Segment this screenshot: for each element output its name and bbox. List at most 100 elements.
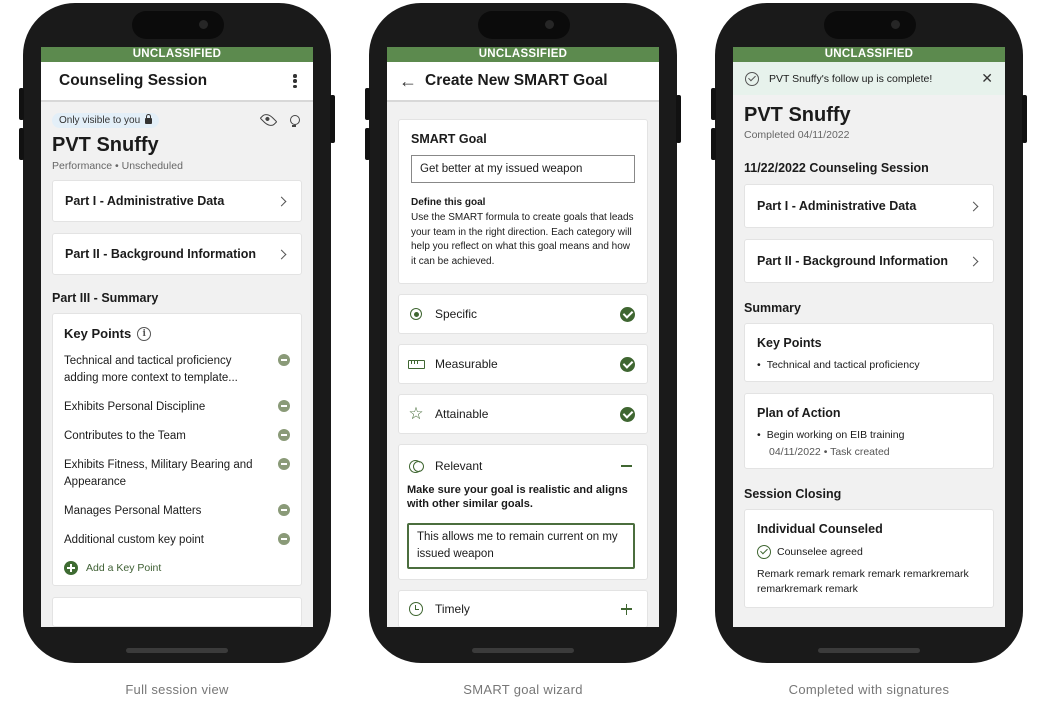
classification-banner: UNCLASSIFIED bbox=[41, 47, 313, 62]
key-point-text: Exhibits Fitness, Military Bearing and A… bbox=[64, 459, 253, 488]
criterion-timely[interactable]: Timely bbox=[398, 590, 648, 627]
soldier-name: PVT Snuffy bbox=[52, 134, 159, 156]
key-points-card: Key Points i Technical and tactical prof… bbox=[52, 313, 302, 586]
power-button bbox=[676, 95, 681, 143]
session-type: Performance • Unscheduled bbox=[52, 160, 183, 172]
smart-goal-label: SMART Goal bbox=[411, 132, 487, 146]
caption-completed: Completed with signatures bbox=[788, 682, 950, 697]
chevron-right-icon bbox=[968, 256, 979, 266]
key-point-item: Contributes to the Team bbox=[64, 428, 290, 445]
remove-key-point-icon[interactable] bbox=[278, 504, 290, 516]
page-title: Create New SMART Goal bbox=[425, 72, 608, 89]
add-key-point-button[interactable]: Add a Key Point bbox=[64, 561, 290, 575]
key-point-item: Technical and tactical proficiency addin… bbox=[64, 353, 290, 387]
check-circle-icon bbox=[757, 545, 771, 559]
session-title: 11/22/2022 Counseling Session bbox=[744, 161, 929, 175]
key-point-item: Exhibits Personal Discipline bbox=[64, 399, 290, 416]
remove-key-point-icon[interactable] bbox=[278, 429, 290, 441]
add-key-point-label: Add a Key Point bbox=[86, 562, 162, 574]
key-point-item: Manages Personal Matters bbox=[64, 503, 290, 520]
smart-goal-input[interactable] bbox=[411, 155, 635, 183]
eye-icon[interactable] bbox=[259, 111, 278, 129]
remove-key-point-icon[interactable] bbox=[278, 458, 290, 470]
completed-screen: UNCLASSIFIED PVT Snuffy's follow up is c… bbox=[733, 47, 1005, 627]
more-options-icon[interactable] bbox=[289, 72, 301, 90]
criterion-label: Attainable bbox=[435, 407, 489, 421]
remove-key-point-icon[interactable] bbox=[278, 400, 290, 412]
power-button bbox=[1022, 95, 1027, 143]
key-point-text: Contributes to the Team bbox=[64, 430, 186, 442]
app-bar: ← Create New SMART Goal bbox=[387, 62, 659, 102]
counselee-agreed-label: Counselee agreed bbox=[777, 546, 863, 558]
camera-notch bbox=[478, 11, 570, 39]
smart-goal-card: SMART Goal Define this goal Use the SMAR… bbox=[398, 119, 648, 284]
criterion-measurable[interactable]: Measurable bbox=[398, 344, 648, 384]
remove-key-point-icon[interactable] bbox=[278, 354, 290, 366]
part1-admin-data-row[interactable]: Part I - Administrative Data bbox=[52, 180, 302, 222]
add-circle-icon bbox=[64, 561, 78, 575]
alert-message: PVT Snuffy's follow up is complete! bbox=[769, 72, 933, 85]
check-circle-icon bbox=[620, 406, 635, 422]
visibility-badge: Only visible to you bbox=[52, 112, 160, 128]
soldier-name: PVT Snuffy bbox=[744, 104, 851, 126]
phone-frame-completed: UNCLASSIFIED PVT Snuffy's follow up is c… bbox=[711, 3, 1027, 663]
success-alert: PVT Snuffy's follow up is complete! ✕ bbox=[733, 62, 1005, 95]
key-points-card: Key Points Technical and tactical profic… bbox=[744, 323, 994, 382]
page-title: Counseling Session bbox=[59, 72, 208, 89]
part3-heading: Part III - Summary bbox=[52, 291, 159, 305]
relevant-header[interactable]: Relevant bbox=[407, 457, 635, 475]
expand-plus-icon[interactable] bbox=[621, 603, 632, 615]
chevron-right-icon bbox=[968, 201, 979, 211]
phone-frame-smart-goal: UNCLASSIFIED ← Create New SMART Goal SMA… bbox=[365, 3, 681, 663]
relevant-description: Make sure your goal is realistic and ali… bbox=[407, 484, 628, 510]
remarks-text: Remark remark remark remark remarkremark… bbox=[757, 568, 969, 595]
phone-frame-session: UNCLASSIFIED Counseling Session Only vis… bbox=[19, 3, 335, 663]
criterion-label: Measurable bbox=[435, 357, 498, 371]
volume-down-button bbox=[365, 128, 370, 160]
part2-label: Part II - Background Information bbox=[757, 254, 948, 268]
ruler-icon bbox=[407, 355, 425, 373]
back-arrow-icon[interactable]: ← bbox=[399, 71, 417, 92]
counselee-agreed-row: Counselee agreed bbox=[757, 545, 981, 559]
part2-background-row[interactable]: Part II - Background Information bbox=[744, 239, 994, 283]
close-icon[interactable]: ✕ bbox=[981, 70, 993, 87]
lightbulb-icon[interactable] bbox=[286, 112, 302, 128]
criterion-specific[interactable]: Specific bbox=[398, 294, 648, 334]
collapse-icon[interactable] bbox=[621, 465, 632, 467]
volume-down-button bbox=[19, 128, 24, 160]
chevron-right-icon bbox=[276, 196, 287, 206]
chevron-right-icon bbox=[276, 249, 287, 259]
session-screen: UNCLASSIFIED Counseling Session Only vis… bbox=[41, 47, 313, 627]
plan-of-action-title: Plan of Action bbox=[757, 406, 841, 420]
key-points-title: Key Points bbox=[64, 326, 132, 341]
key-point-item: Exhibits Fitness, Military Bearing and A… bbox=[64, 457, 290, 491]
part2-background-row[interactable]: Part II - Background Information bbox=[52, 233, 302, 275]
caption-smart-goal: SMART goal wizard bbox=[463, 682, 583, 697]
check-circle-icon bbox=[620, 356, 635, 372]
key-point-item: Technical and tactical proficiency bbox=[757, 359, 981, 371]
session-closing-heading: Session Closing bbox=[744, 487, 842, 501]
volume-up-button bbox=[711, 88, 716, 120]
smart-goal-screen: UNCLASSIFIED ← Create New SMART Goal SMA… bbox=[387, 47, 659, 627]
criterion-label: Specific bbox=[435, 307, 478, 321]
criterion-attainable[interactable]: ☆ Attainable bbox=[398, 394, 648, 434]
part1-admin-data-row[interactable]: Part I - Administrative Data bbox=[744, 184, 994, 228]
part1-label: Part I - Administrative Data bbox=[65, 194, 225, 208]
home-indicator bbox=[818, 648, 920, 653]
key-points-title: Key Points bbox=[757, 336, 822, 350]
home-indicator bbox=[472, 648, 574, 653]
criterion-label: Relevant bbox=[435, 459, 483, 473]
remove-key-point-icon[interactable] bbox=[278, 533, 290, 545]
part2-label: Part II - Background Information bbox=[65, 247, 256, 261]
clock-icon bbox=[407, 600, 425, 618]
info-icon[interactable]: i bbox=[137, 326, 152, 341]
visibility-label: Only visible to you bbox=[59, 114, 141, 126]
star-icon: ☆ bbox=[408, 404, 424, 423]
next-card-partial bbox=[52, 597, 302, 627]
key-point-text: Exhibits Personal Discipline bbox=[64, 401, 206, 413]
plan-item-meta: 04/11/2022 • Task created bbox=[769, 446, 890, 458]
camera-notch bbox=[824, 11, 916, 39]
classification-banner: UNCLASSIFIED bbox=[387, 47, 659, 62]
part1-label: Part I - Administrative Data bbox=[757, 199, 917, 213]
relevant-textarea[interactable]: This allows me to remain current on my i… bbox=[407, 523, 635, 569]
